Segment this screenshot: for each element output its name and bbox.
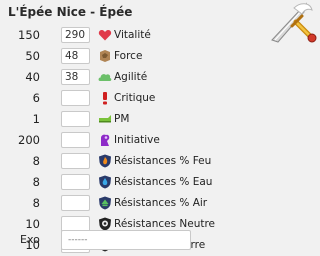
stat-value: 8 — [32, 175, 40, 189]
neutral-shield-icon — [99, 217, 111, 231]
stat-label: Critique — [114, 92, 156, 104]
stat-value: 150 — [18, 28, 40, 42]
air-shield-icon — [99, 196, 111, 210]
stat-row-agilite: 40 Agilité — [0, 67, 320, 88]
exo-label: Exo — [20, 233, 40, 246]
item-title: L'Épée Nice - Épée — [8, 5, 133, 19]
boot-icon — [99, 115, 111, 123]
stats-list: 150 Vitalité 50 Force 40 Agilité — [0, 25, 320, 256]
earth-icon — [100, 50, 110, 62]
stat-label: Résistances % Air — [114, 197, 208, 209]
stat-value: 6 — [32, 91, 40, 105]
stat-row-res-eau: 8 Résistances % Eau — [0, 172, 320, 193]
stat-label: Force — [114, 50, 143, 62]
stat-input-res-feu[interactable] — [61, 153, 90, 169]
exo-input[interactable] — [61, 230, 191, 250]
stat-row-vitalite: 150 Vitalité — [0, 25, 320, 46]
stat-row-critique: 6 Critique — [0, 88, 320, 109]
stat-input-force[interactable] — [61, 48, 90, 64]
stat-label: Résistances % Feu — [114, 155, 212, 167]
water-shield-icon — [99, 175, 111, 189]
fire-shield-icon — [99, 154, 111, 168]
stat-label: Vitalité — [114, 29, 151, 41]
item-panel: L'Épée Nice - Épée 150 Vitalité 50 — [0, 0, 320, 253]
stat-value: 40 — [25, 70, 40, 84]
stat-row-initiative: 200 Initiative — [0, 130, 320, 151]
stat-input-vitalite[interactable] — [61, 27, 90, 43]
stat-value: 8 — [32, 154, 40, 168]
stat-value: 1 — [32, 112, 40, 126]
stat-value: 8 — [32, 196, 40, 210]
stat-value: 50 — [25, 49, 40, 63]
cloud-icon — [98, 74, 112, 81]
exo-row: Exo — [0, 230, 320, 252]
stat-input-pm[interactable] — [61, 111, 90, 127]
stat-label: Initiative — [114, 134, 160, 146]
stat-label: Résistances % Eau — [114, 176, 213, 188]
stat-value: 200 — [18, 133, 40, 147]
stat-input-agilite[interactable] — [61, 69, 90, 85]
stat-input-res-air[interactable] — [61, 195, 90, 211]
initiative-icon — [101, 134, 110, 146]
stat-row-force: 50 Force — [0, 46, 320, 67]
critical-icon — [103, 92, 107, 105]
stat-row-res-feu: 8 Résistances % Feu — [0, 151, 320, 172]
heart-icon — [98, 30, 112, 41]
stat-row-res-air: 8 Résistances % Air — [0, 193, 320, 214]
stat-label: PM — [114, 113, 130, 125]
stat-label: Agilité — [114, 71, 148, 83]
stat-input-res-eau[interactable] — [61, 174, 90, 190]
stat-input-critique[interactable] — [61, 90, 90, 106]
stat-input-initiative[interactable] — [61, 132, 90, 148]
stat-row-pm: 1 PM — [0, 109, 320, 130]
